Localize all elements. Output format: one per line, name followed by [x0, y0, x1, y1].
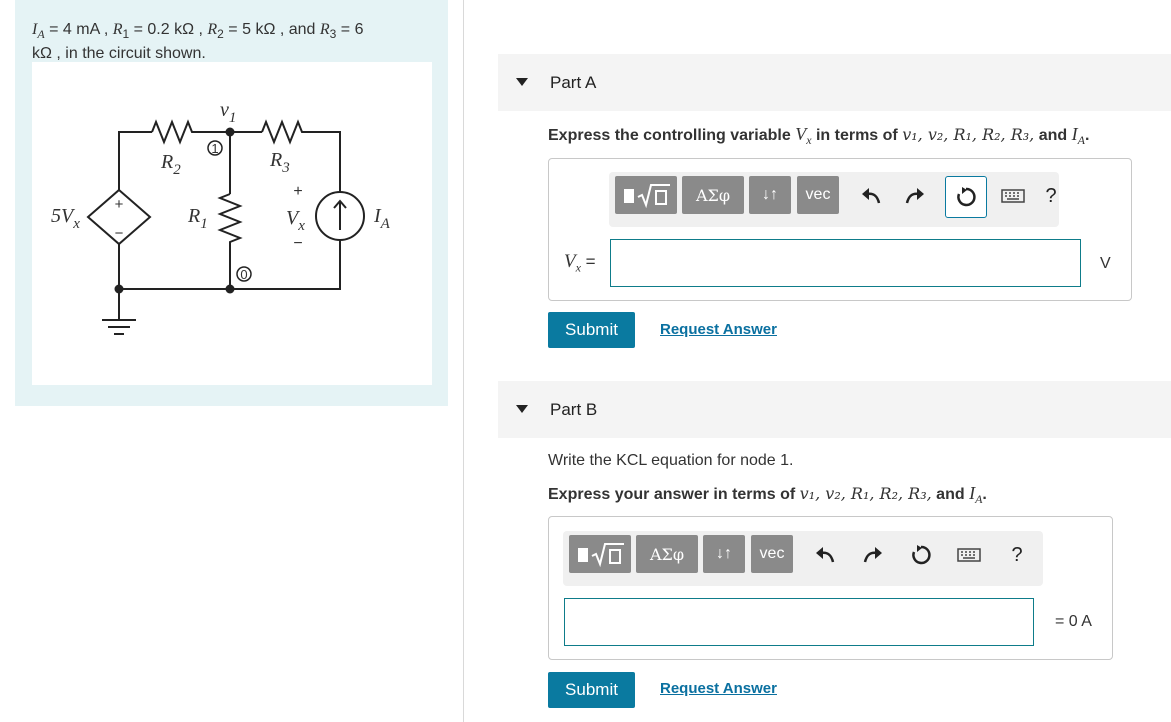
- template-button[interactable]: [615, 176, 677, 214]
- collapse-triangle-icon[interactable]: [516, 78, 528, 86]
- source-plus: +: [115, 196, 124, 213]
- redo-icon[interactable]: [859, 541, 887, 569]
- v1-label: v1: [220, 99, 236, 126]
- math-toolbar: ΑΣφ ↓↑ vec ?: [609, 172, 1059, 227]
- keyboard-icon[interactable]: [955, 541, 983, 569]
- node-1-label: 1: [211, 141, 218, 156]
- vx-plus: +: [293, 183, 302, 200]
- r1-label: R1: [187, 205, 208, 232]
- undo-icon[interactable]: [857, 182, 885, 210]
- r3-label: R3: [269, 149, 290, 176]
- part-a-submit-button[interactable]: Submit: [548, 312, 635, 348]
- panel-divider: [463, 0, 464, 722]
- source-label: 5Vx: [51, 205, 80, 232]
- vec-button[interactable]: vec: [751, 535, 793, 573]
- node-dot: [114, 284, 124, 294]
- r2-label: R2: [160, 151, 181, 178]
- part-a-answer-input[interactable]: [610, 239, 1081, 287]
- part-b-instruction: Write the KCL equation for node 1.: [548, 452, 794, 469]
- help-icon[interactable]: ?: [1037, 182, 1065, 210]
- reset-icon[interactable]: [945, 176, 987, 218]
- ground-symbol: [102, 319, 136, 335]
- part-a-prompt: Express the controlling variable Vx in t…: [548, 124, 1090, 148]
- part-b-answer-input[interactable]: [564, 598, 1034, 646]
- part-b-title: Part B: [550, 400, 598, 419]
- undo-icon[interactable]: [811, 541, 839, 569]
- part-b-prompt: Express your answer in terms of v₁, v₂, …: [548, 483, 987, 507]
- help-icon[interactable]: ?: [1003, 541, 1031, 569]
- part-b-answer-box: ΑΣφ ↓↑ vec ? = 0 A: [548, 516, 1113, 660]
- collapse-triangle-icon[interactable]: [516, 405, 528, 413]
- part-a-title: Part A: [550, 73, 597, 92]
- part-a-unit: V: [1100, 255, 1111, 272]
- vx-minus: −: [293, 235, 302, 252]
- ia-label: IA: [373, 205, 391, 232]
- part-b-header[interactable]: Part B: [498, 381, 1171, 438]
- part-b-request-answer-link[interactable]: Request Answer: [660, 680, 777, 697]
- arrows-button[interactable]: ↓↑: [703, 535, 745, 573]
- circuit-diagram: 5Vx R2 R3 R1 v1 Vx IA 1 0 + − + −: [51, 99, 391, 335]
- reset-icon[interactable]: [907, 541, 935, 569]
- part-a-request-answer-link[interactable]: Request Answer: [660, 321, 777, 338]
- r2-resistor: [151, 119, 230, 145]
- wire: [118, 131, 152, 190]
- arrows-button[interactable]: ↓↑: [749, 176, 791, 214]
- keyboard-icon[interactable]: [999, 182, 1027, 210]
- math-toolbar: ΑΣφ ↓↑ vec ?: [563, 531, 1043, 586]
- sqrt-template-icon: [578, 543, 624, 568]
- circuit-figure: 5Vx R2 R3 R1 v1 Vx IA 1 0 + − + −: [32, 62, 432, 385]
- node-dot: [225, 127, 235, 137]
- part-a-header[interactable]: Part A: [498, 54, 1171, 111]
- greek-button[interactable]: ΑΣφ: [636, 535, 698, 573]
- greek-button[interactable]: ΑΣφ: [682, 176, 744, 214]
- template-button[interactable]: [569, 535, 631, 573]
- answer-label: Vx =: [564, 251, 596, 275]
- sqrt-template-icon: [624, 184, 670, 209]
- node-0-label: 0: [240, 267, 247, 282]
- part-a-answer-box: ΑΣφ ↓↑ vec ? Vx = V: [548, 158, 1132, 301]
- part-b-unit: = 0 A: [1055, 613, 1092, 630]
- vx-label: Vx: [286, 207, 305, 234]
- problem-statement: IA = 4 mA , R1 = 0.2 kΩ , R2 = 5 kΩ , an…: [32, 21, 364, 63]
- problem-panel: IA = 4 mA , R1 = 0.2 kΩ , R2 = 5 kΩ , an…: [15, 0, 448, 406]
- redo-icon[interactable]: [901, 182, 929, 210]
- source-minus: −: [115, 225, 124, 242]
- vec-button[interactable]: vec: [797, 176, 839, 214]
- part-b-submit-button[interactable]: Submit: [548, 672, 635, 708]
- node-dot: [225, 284, 235, 294]
